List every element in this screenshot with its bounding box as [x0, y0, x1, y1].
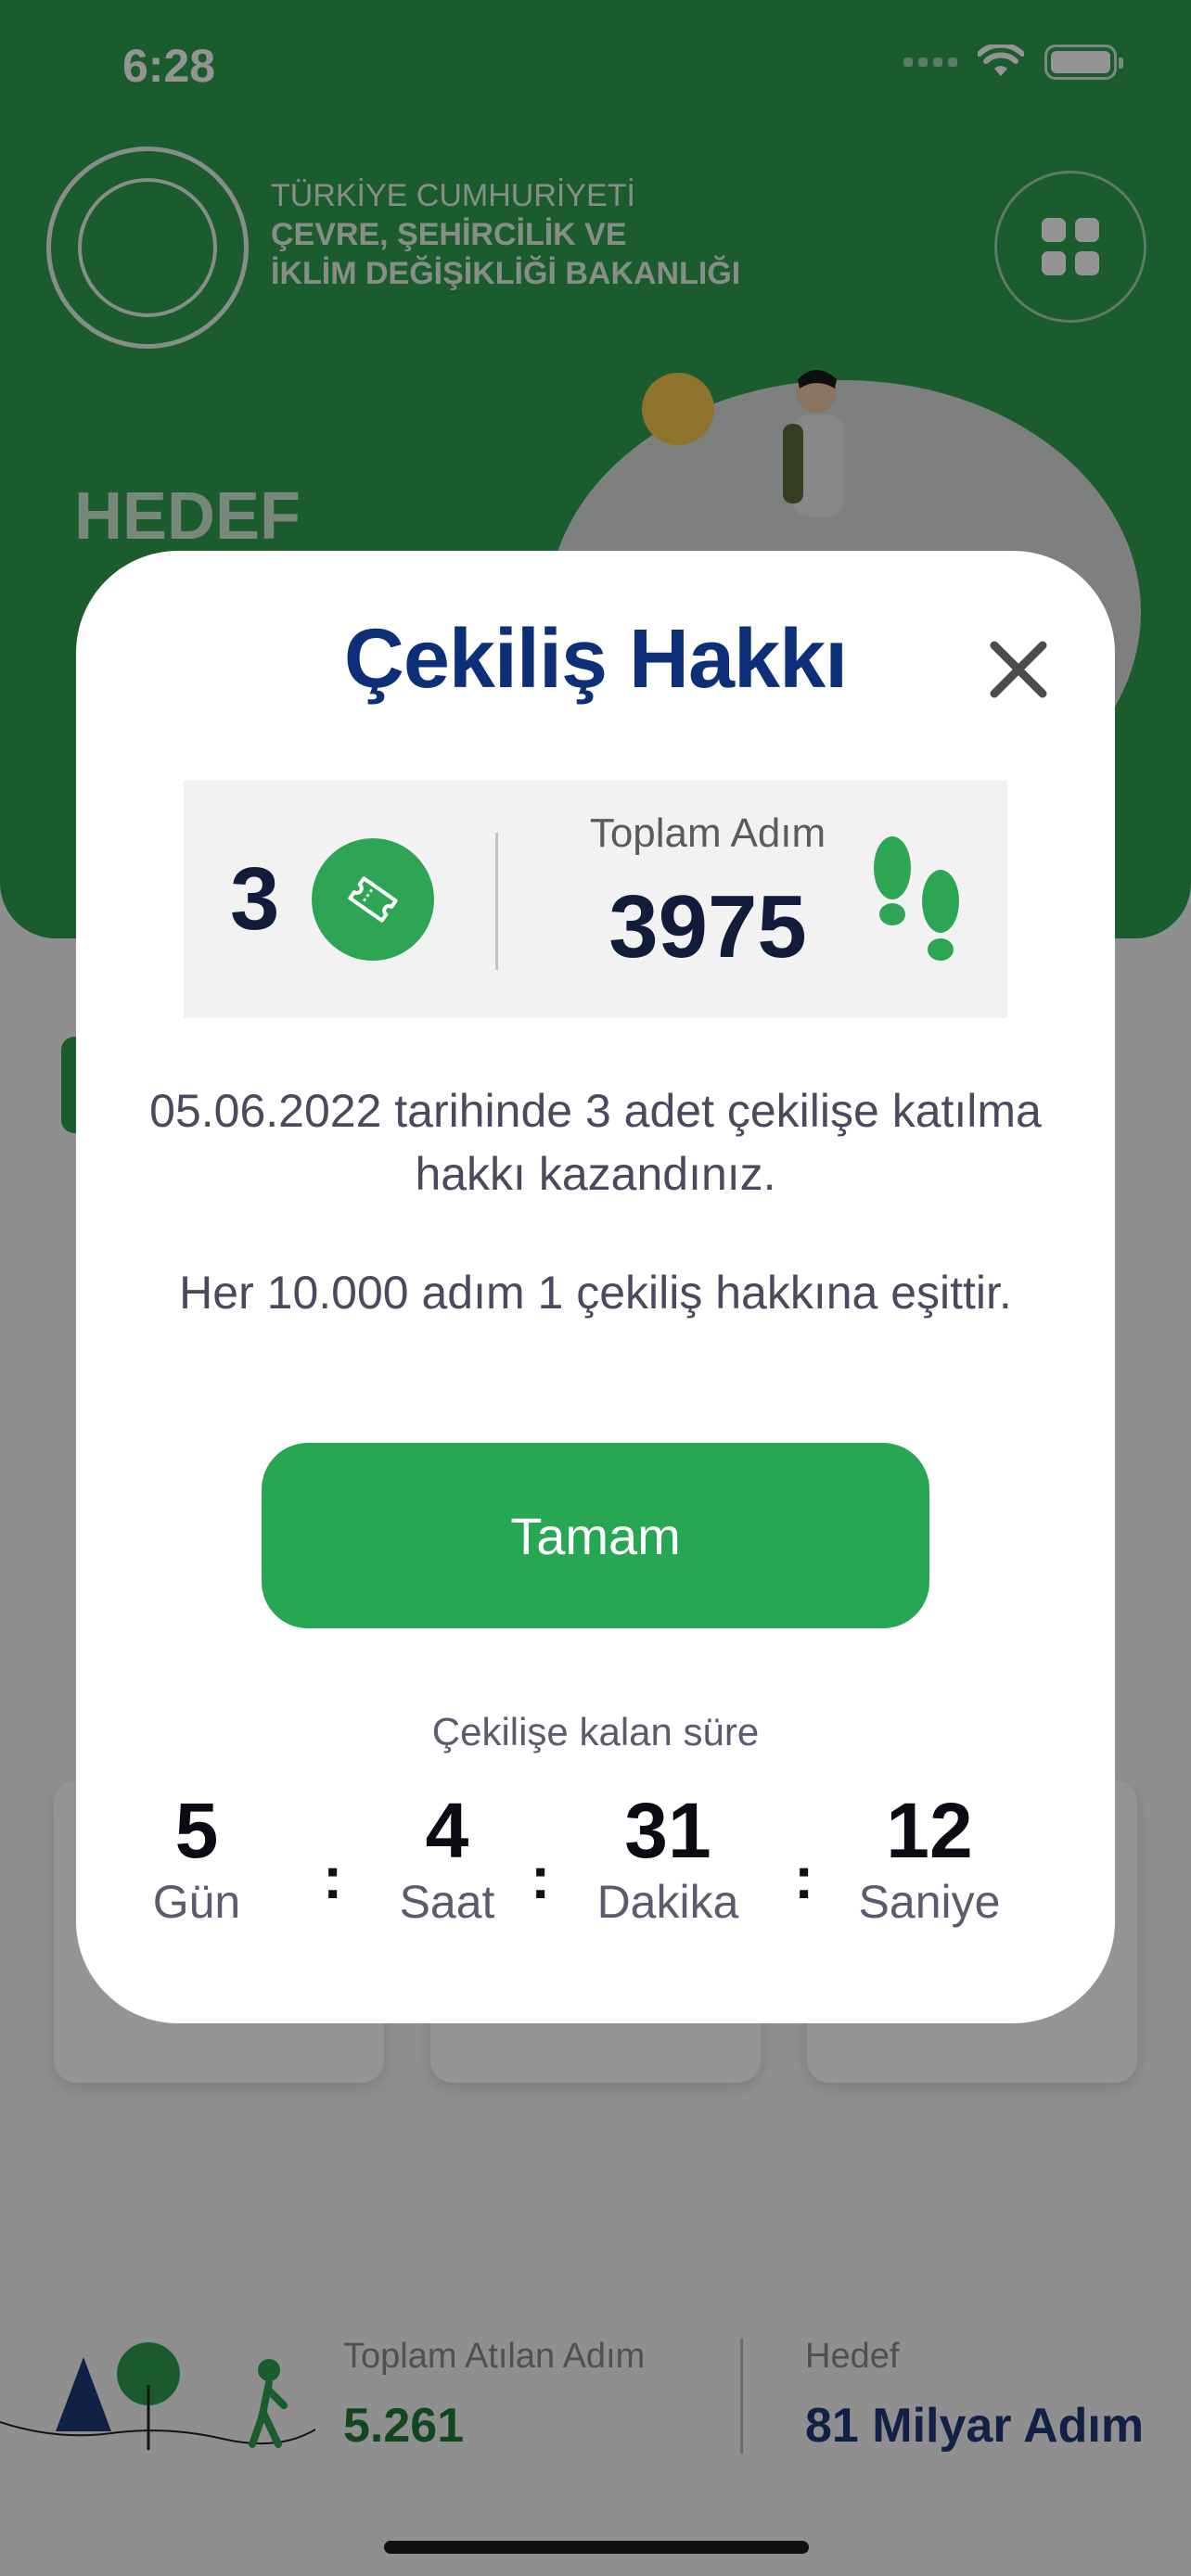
- countdown-minutes: 31 Dakika: [575, 1792, 761, 1929]
- ok-button[interactable]: Tamam: [262, 1443, 929, 1628]
- countdown-separator: :: [531, 1844, 551, 1911]
- ticket-badge: [312, 838, 434, 961]
- countdown-minutes-label: Dakika: [596, 1876, 739, 1928]
- countdown-hours-value: 4: [425, 1787, 469, 1874]
- stats-box: 3 Toplam Adım 3975: [184, 781, 1007, 1018]
- total-steps-value: 3975: [608, 877, 807, 976]
- countdown-seconds: 12 Saniye: [837, 1792, 1022, 1929]
- countdown-seconds-value: 12: [886, 1787, 973, 1874]
- countdown-label: Çekilişe kalan süre: [431, 1710, 760, 1753]
- countdown: 5 Gün : 4 Saat : 31 Dakika : 12 Saniye: [76, 1792, 1115, 1949]
- total-steps-label: Toplam Adım: [589, 810, 826, 856]
- countdown-hours-label: Saat: [399, 1876, 495, 1928]
- countdown-separator: :: [794, 1844, 814, 1911]
- countdown-separator: :: [323, 1844, 343, 1911]
- countdown-seconds-label: Saniye: [858, 1876, 1001, 1928]
- modal-title: Çekiliş Hakkı: [343, 613, 848, 706]
- rule-message: Her 10.000 adım 1 çekiliş hakkına eşitti…: [179, 1267, 1012, 1319]
- stats-divider: [495, 833, 498, 970]
- home-indicator[interactable]: [384, 2541, 809, 2554]
- countdown-days: 5 Gün: [122, 1792, 271, 1929]
- footsteps-icon: [874, 836, 959, 961]
- ticket-count: 3: [230, 849, 280, 949]
- countdown-hours: 4 Saat: [373, 1792, 521, 1929]
- close-icon[interactable]: [985, 636, 1052, 703]
- countdown-days-value: 5: [174, 1787, 219, 1874]
- countdown-minutes-value: 31: [624, 1787, 711, 1874]
- raffle-modal: Çekiliş Hakkı 3 Toplam Adım 3975 05.06.2…: [76, 551, 1115, 2023]
- ticket-icon: [348, 876, 398, 923]
- countdown-days-label: Gün: [152, 1876, 241, 1928]
- earned-message: 05.06.2022 tarihinde 3 adet çekilişe kat…: [149, 1085, 1042, 1200]
